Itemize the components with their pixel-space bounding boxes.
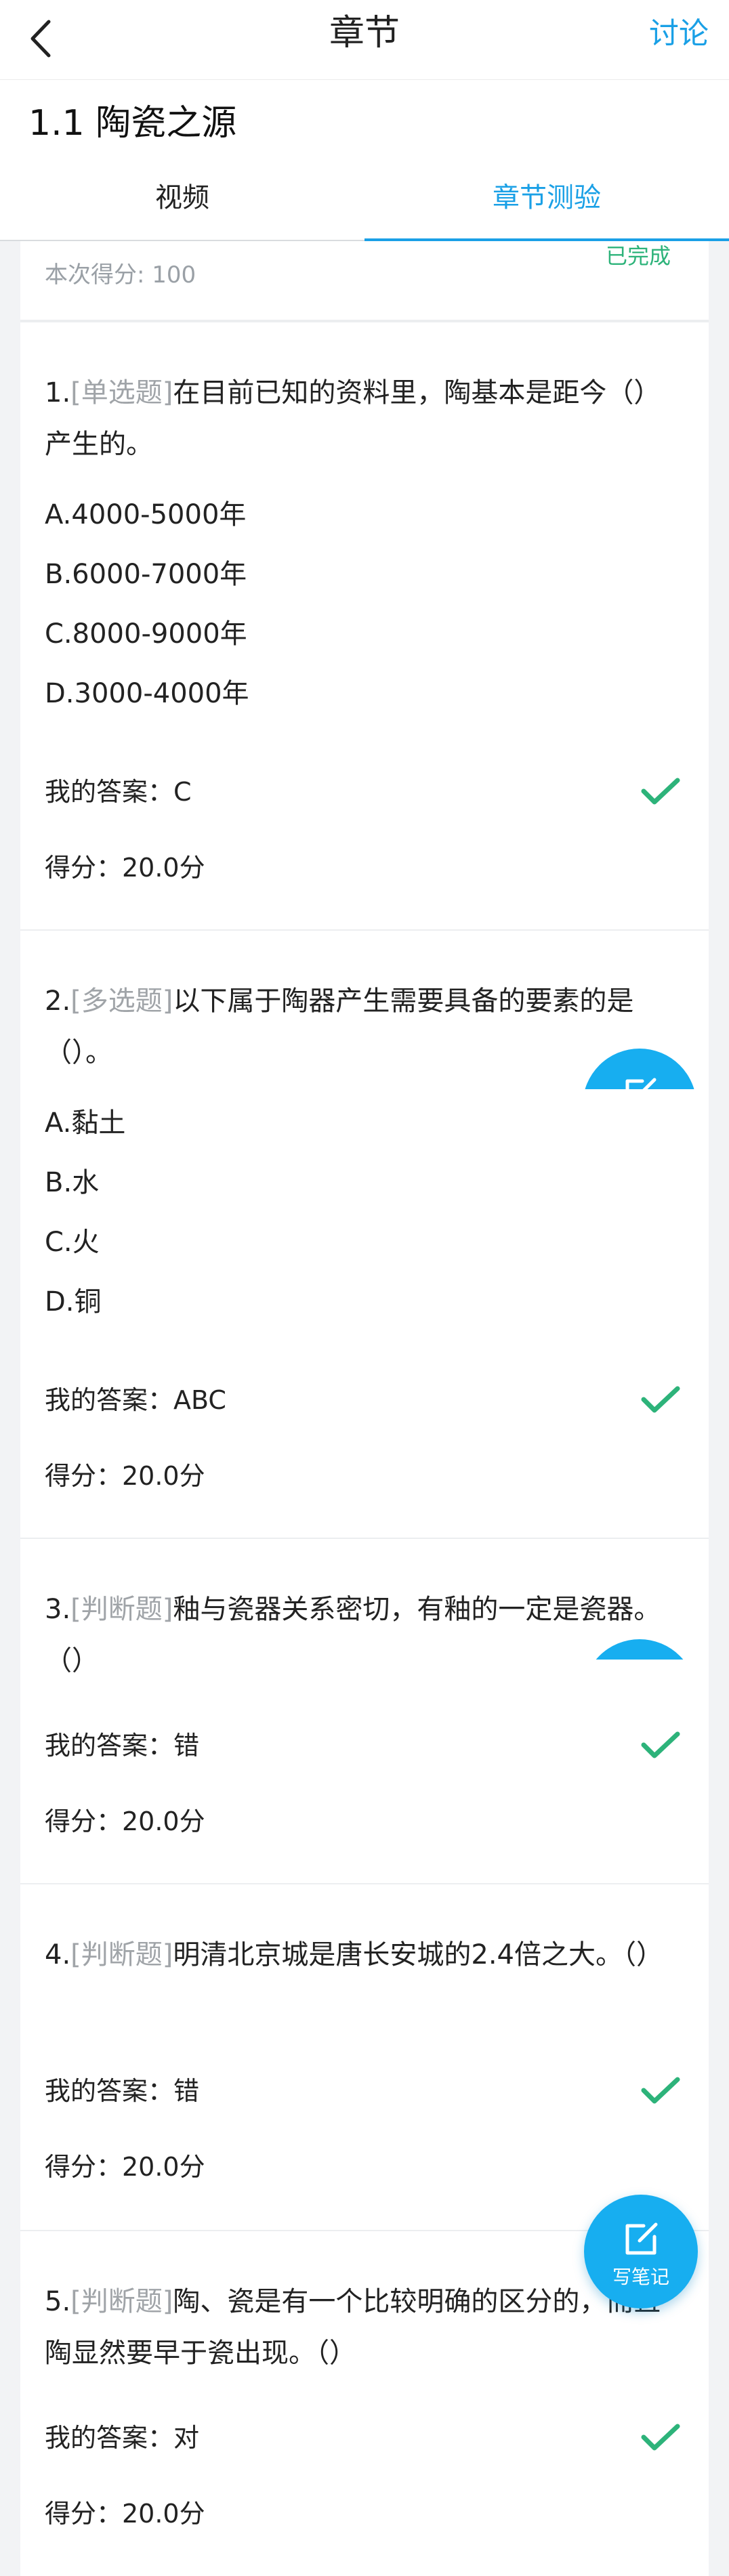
edit-note-icon (625, 2222, 658, 2255)
question-score: 得分：20.0分 (45, 2499, 205, 2529)
option-b: B.水 (45, 1167, 100, 1198)
option-list: A.4000-5000年 B.6000-7000年 C.8000-9000年 D… (45, 485, 654, 723)
question-text: 3.[判断题]釉与瓷器关系密切，有釉的一定是瓷器。（） (45, 1594, 661, 1676)
option-c: C.8000-9000年 (45, 618, 247, 650)
completion-status: 已完成 (605, 243, 671, 269)
option-d: D.3000-4000年 (45, 678, 249, 709)
tab-chapter-quiz[interactable]: 章节测验 (364, 180, 729, 215)
option-a: A.4000-5000年 (45, 499, 247, 530)
question-text: 5.[判断题]陶、瓷是有一个比较明确的区分的，而且陶显然要早于瓷出现。（） (45, 2286, 661, 2369)
tab-bar: 视频 章节测验 (0, 161, 729, 241)
correct-check-icon (641, 1731, 680, 1758)
page-title: 章节 (329, 13, 400, 54)
question-score: 得分：20.0分 (45, 1807, 205, 1836)
top-nav-bar: 章节 讨论 (0, 0, 729, 80)
question-score: 得分：20.0分 (45, 2152, 205, 2182)
correct-check-icon (641, 1386, 680, 1413)
correct-check-icon (641, 2424, 680, 2451)
quiz-score-summary: 本次得分: 100 已完成 (20, 241, 709, 321)
question-score: 得分：20.0分 (45, 1461, 205, 1491)
question-card: 3.[判断题]釉与瓷器关系密切，有釉的一定是瓷器。（） 我的答案：错 得分：20… (20, 1538, 709, 1883)
question-text: 1.[单选题]在目前已知的资料里，陶基本是距今（）产生的。 (45, 377, 661, 460)
my-answer: 我的答案：错 (45, 1731, 200, 1760)
discuss-button[interactable]: 讨论 (649, 15, 709, 53)
correct-check-icon (641, 2077, 680, 2104)
section-title: 1.1 陶瓷之源 (28, 103, 237, 144)
my-answer: 我的答案：ABC (45, 1385, 226, 1415)
my-answer: 我的答案：错 (45, 2076, 200, 2106)
write-note-fab-partial[interactable] (583, 1049, 696, 1089)
quiz-score: 本次得分: 100 (45, 261, 196, 289)
question-text: 2.[多选题]以下属于陶器产生需要具备的要素的是（）。 (45, 986, 634, 1068)
write-note-fab-partial[interactable] (583, 1639, 696, 1660)
option-c: C.火 (45, 1227, 100, 1258)
write-note-button[interactable]: 写笔记 (584, 2195, 698, 2308)
question-card: 2.[多选题]以下属于陶器产生需要具备的要素的是（）。 A.黏土 B.水 C.火… (20, 929, 709, 1538)
question-score: 得分：20.0分 (45, 853, 205, 883)
correct-check-icon (641, 778, 680, 805)
my-answer: 我的答案：对 (45, 2423, 200, 2453)
question-card: 1.[单选题]在目前已知的资料里，陶基本是距今（）产生的。 A.4000-500… (20, 321, 709, 929)
option-a: A.黏土 (45, 1107, 126, 1139)
edit-note-icon (625, 1078, 657, 1089)
question-card: 4.[判断题]明清北京城是唐长安城的2.4倍之大。（） 我的答案：错 得分：20… (20, 1883, 709, 2230)
question-text: 4.[判断题]明清北京城是唐长安城的2.4倍之大。（） (45, 1939, 664, 1970)
option-d: D.铜 (45, 1286, 102, 1317)
my-answer: 我的答案：C (45, 777, 192, 807)
option-b: B.6000-7000年 (45, 559, 247, 590)
option-list: A.黏土 B.水 C.火 D.铜 (45, 1093, 654, 1332)
write-note-label: 写笔记 (612, 2266, 669, 2288)
section-header: 1.1 陶瓷之源 (0, 80, 729, 161)
tab-video[interactable]: 视频 (0, 180, 364, 215)
